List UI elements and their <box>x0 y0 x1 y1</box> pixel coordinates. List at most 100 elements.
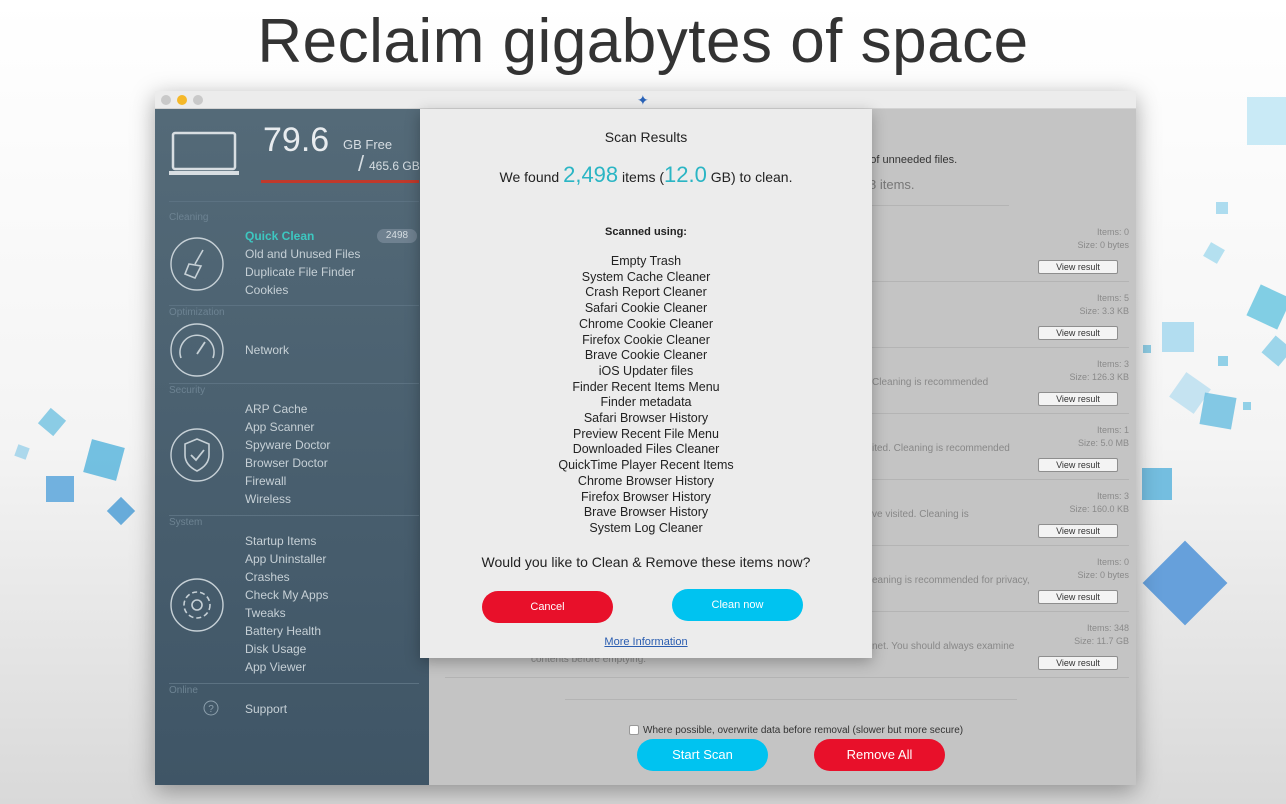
disk-usage-bar <box>261 180 419 183</box>
headline: Reclaim gigabytes of space <box>257 7 1029 76</box>
section-title-online: Online <box>169 685 198 696</box>
shield-check-icon <box>170 428 224 482</box>
row-items-count: Items: 0 <box>1096 227 1129 237</box>
sidebar-item-startup-items[interactable]: Startup Items <box>245 534 316 548</box>
row-items-count: Items: 3 <box>1096 359 1129 369</box>
section-divider <box>169 383 419 384</box>
section-divider <box>169 201 419 202</box>
sidebar-item-crashes[interactable]: Crashes <box>245 570 290 584</box>
laptop-icon <box>169 131 239 175</box>
row-size: Size: 0 bytes <box>1077 240 1129 250</box>
clean-now-button[interactable]: Clean now <box>672 589 803 621</box>
view-result-button[interactable]: View result <box>1038 590 1118 604</box>
view-result-button[interactable]: View result <box>1038 392 1118 406</box>
view-result-button[interactable]: View result <box>1038 656 1118 670</box>
row-items-count: Items: 3 <box>1096 491 1129 501</box>
decor-square <box>83 439 125 481</box>
row-divider <box>445 677 1129 678</box>
list-item: Brave Browser History <box>583 505 709 520</box>
row-items-count: Items: 0 <box>1096 557 1129 567</box>
sidebar-item-battery-health[interactable]: Battery Health <box>245 624 321 638</box>
decor-square <box>1261 335 1286 367</box>
minimize-window-button[interactable] <box>177 95 187 105</box>
decor-square <box>1143 345 1151 353</box>
row-items-count: Items: 5 <box>1096 293 1129 303</box>
dialog-title: Scan Results <box>604 129 688 145</box>
list-item: System Log Cleaner <box>589 520 703 535</box>
decor-square <box>1162 322 1194 352</box>
list-item: Safari Browser History <box>583 411 709 426</box>
svg-text:?: ? <box>208 704 214 715</box>
clean-question: Would you like to Clean & Remove these i… <box>481 554 811 570</box>
sidebar-item-duplicate-file-finder[interactable]: Duplicate File Finder <box>245 265 355 279</box>
list-item: Downloaded Files Cleaner <box>572 442 720 457</box>
list-item: Firefox Cookie Cleaner <box>582 332 710 347</box>
view-result-button[interactable]: View result <box>1038 260 1118 274</box>
sidebar: 79.6 GB Free / 465.6 GB Cleaning Quick C… <box>155 109 429 785</box>
row-items-count: Items: 1 <box>1096 425 1129 435</box>
sidebar-item-arp-cache[interactable]: ARP Cache <box>245 402 307 416</box>
sidebar-item-app-scanner[interactable]: App Scanner <box>245 420 314 434</box>
scanned-using-label: Scanned using: <box>605 226 687 238</box>
view-result-button[interactable]: View result <box>1038 458 1118 472</box>
section-divider <box>169 515 419 516</box>
sidebar-item-disk-usage[interactable]: Disk Usage <box>245 642 306 656</box>
section-title-system: System <box>169 517 203 528</box>
list-item: QuickTime Player Recent Items <box>558 458 734 473</box>
footer-divider <box>565 699 1017 700</box>
zoom-window-button[interactable] <box>193 95 203 105</box>
remove-all-button[interactable]: Remove All <box>814 739 945 771</box>
decor-square <box>37 407 67 437</box>
row-description: ve visited. Cleaning is <box>872 509 969 520</box>
sidebar-item-browser-doctor[interactable]: Browser Doctor <box>245 456 328 470</box>
overwrite-option[interactable]: Where possible, overwrite data before re… <box>629 725 963 736</box>
broom-icon <box>170 237 224 291</box>
decor-square <box>1218 356 1228 366</box>
quick-clean-count-badge: 2498 <box>377 229 417 243</box>
row-description: eaning is recommended for privacy, <box>872 575 1030 586</box>
row-size: Size: 11.7 GB <box>1074 636 1129 646</box>
divider-slash: / <box>358 151 365 176</box>
free-space-value: 79.6 <box>263 121 330 159</box>
row-size: Size: 3.3 KB <box>1079 306 1129 316</box>
sidebar-item-firewall[interactable]: Firewall <box>245 474 286 488</box>
cancel-button[interactable]: Cancel <box>482 591 613 623</box>
row-description: Cleaning is recommended <box>872 377 989 388</box>
sidebar-item-old-unused-files[interactable]: Old and Unused Files <box>245 247 360 261</box>
sidebar-item-spyware-doctor[interactable]: Spyware Doctor <box>245 438 330 452</box>
sidebar-item-app-viewer[interactable]: App Viewer <box>245 660 306 674</box>
sidebar-item-app-uninstaller[interactable]: App Uninstaller <box>245 552 326 566</box>
sidebar-item-wireless[interactable]: Wireless <box>245 492 291 506</box>
scan-results-dialog: Scan Results We found 2,498 items (12.0 … <box>420 109 872 658</box>
list-item: Empty Trash <box>610 254 682 268</box>
list-item: Preview Recent File Menu <box>573 426 719 441</box>
row-items-count: Items: 348 <box>1086 623 1129 633</box>
section-title-optimization: Optimization <box>169 307 225 318</box>
view-result-button[interactable]: View result <box>1038 524 1118 538</box>
sidebar-item-cookies[interactable]: Cookies <box>245 283 288 297</box>
decor-square <box>106 496 136 526</box>
list-item: Chrome Browser History <box>577 473 715 488</box>
section-divider <box>169 683 419 684</box>
close-window-button[interactable] <box>161 95 171 105</box>
view-result-button[interactable]: View result <box>1038 326 1118 340</box>
decor-square <box>1216 202 1228 214</box>
decor-square <box>1203 242 1225 264</box>
sidebar-item-support[interactable]: Support <box>245 702 287 716</box>
start-scan-button[interactable]: Start Scan <box>637 739 768 771</box>
overwrite-checkbox[interactable] <box>629 725 639 736</box>
list-item: Finder Recent Items Menu <box>572 379 720 394</box>
row-description: ited. Cleaning is recommended <box>872 443 1010 454</box>
more-information-link[interactable]: More Information <box>420 636 872 648</box>
decor-square <box>1199 392 1237 430</box>
list-item: Firefox Browser History <box>581 489 711 504</box>
sidebar-item-network[interactable]: Network <box>245 343 289 357</box>
speedometer-icon <box>170 323 224 377</box>
decor-square <box>46 476 74 502</box>
sidebar-item-check-my-apps[interactable]: Check My Apps <box>245 588 328 602</box>
sidebar-item-quick-clean[interactable]: Quick Clean <box>245 229 314 243</box>
sidebar-item-tweaks[interactable]: Tweaks <box>245 606 286 620</box>
section-title-cleaning: Cleaning <box>169 212 209 223</box>
decor-square <box>1246 284 1286 330</box>
section-divider <box>169 305 419 306</box>
